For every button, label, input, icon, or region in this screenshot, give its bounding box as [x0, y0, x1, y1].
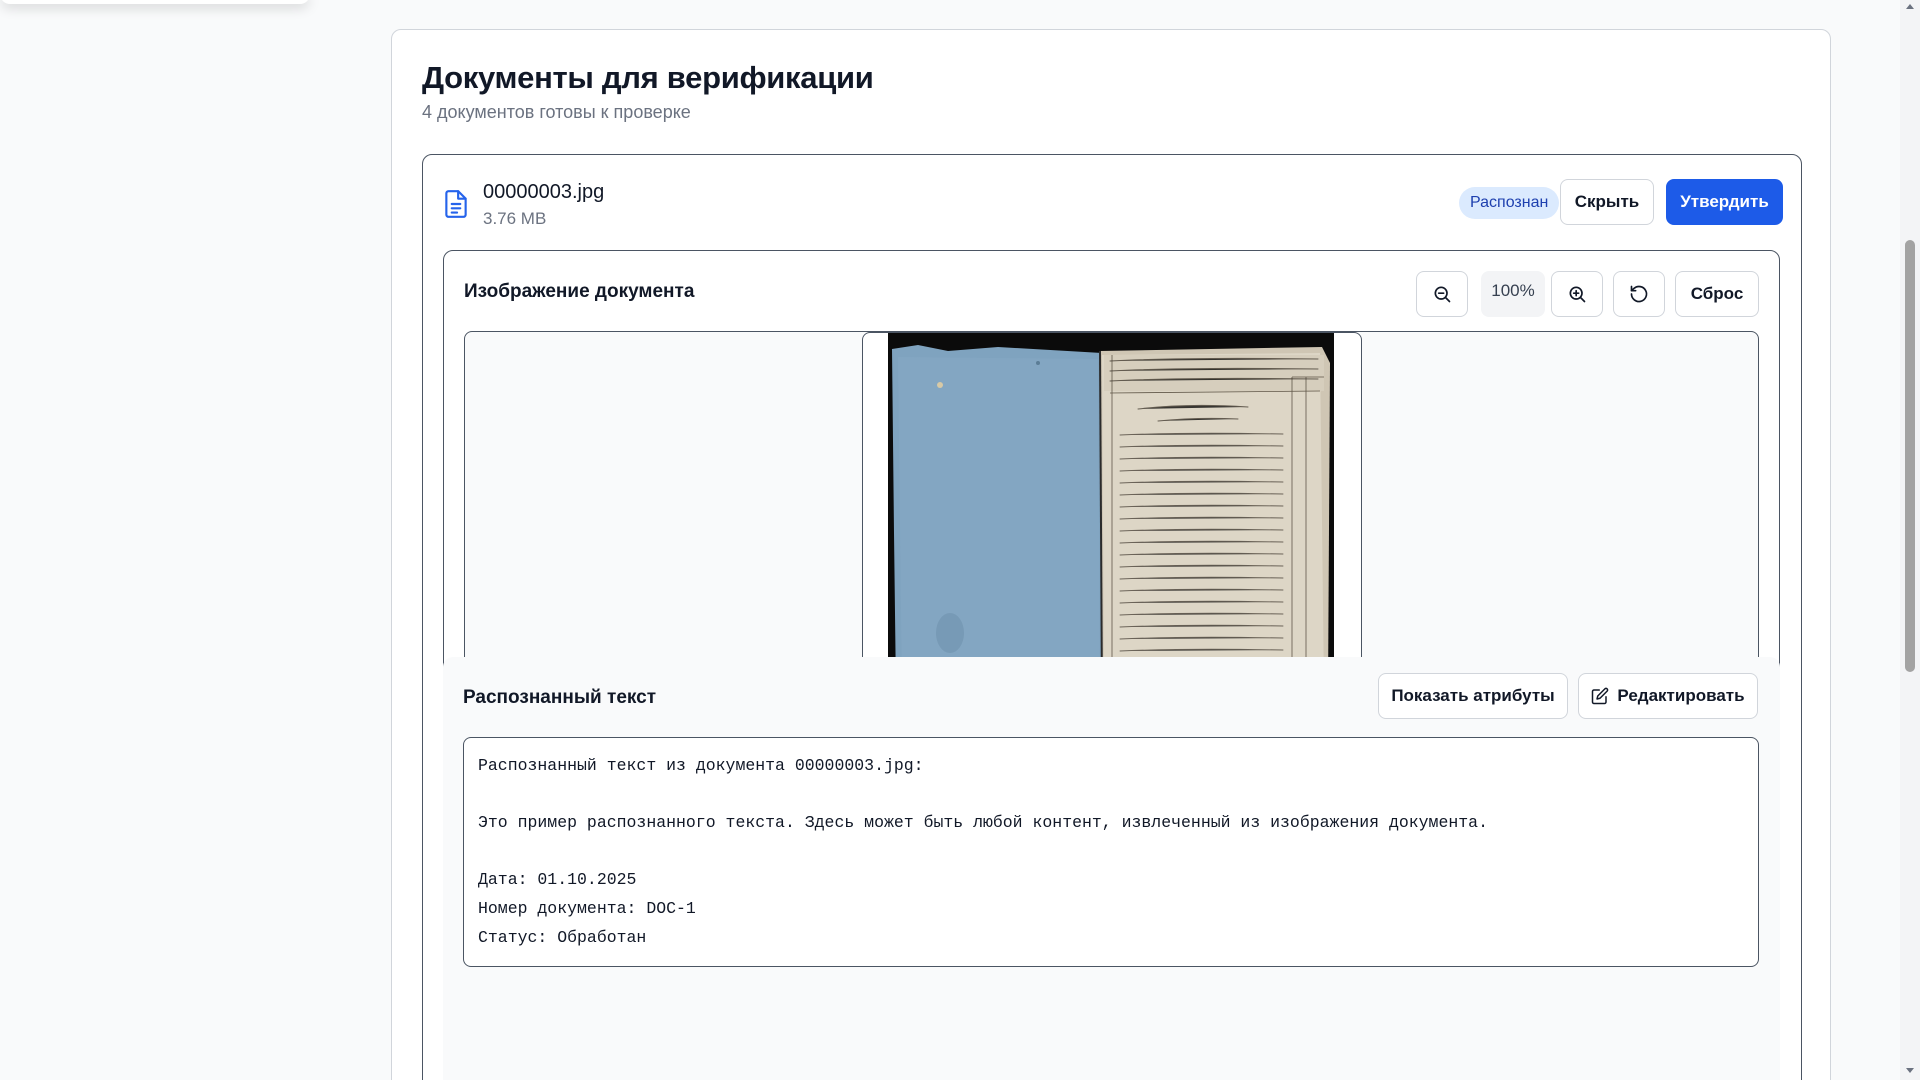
- image-frame: [862, 332, 1362, 710]
- scrollbar-thumb[interactable]: [1905, 240, 1915, 672]
- scroll-up-icon[interactable]: [1906, 4, 1914, 9]
- page-scrollbar[interactable]: [1900, 0, 1920, 1080]
- file-name: 00000003.jpg: [483, 181, 605, 203]
- page-title: Документы для верификации: [422, 60, 874, 95]
- hide-button[interactable]: Скрыть: [1560, 179, 1654, 225]
- image-viewer[interactable]: [464, 331, 1759, 711]
- verification-panel: Документы для верификации 4 документов г…: [391, 29, 1831, 1080]
- edit-button-label: Редактировать: [1617, 686, 1745, 705]
- rotate-button[interactable]: [1613, 271, 1665, 317]
- edit-button[interactable]: Редактировать: [1578, 673, 1758, 719]
- edit-icon: [1591, 687, 1609, 705]
- recognized-text-title: Распознанный текст: [463, 687, 657, 708]
- zoom-in-button[interactable]: [1551, 271, 1603, 317]
- reset-button[interactable]: Сброс: [1675, 271, 1759, 317]
- image-section-title: Изображение документа: [464, 281, 695, 302]
- zoom-out-button[interactable]: [1416, 271, 1468, 317]
- zoom-in-icon: [1567, 284, 1587, 304]
- top-dropdown-shadow: [0, 0, 310, 4]
- document-card: 00000003.jpg 3.76 MB Распознан Скрыть Ут…: [422, 154, 1802, 1080]
- scroll-down-icon[interactable]: [1906, 1068, 1914, 1073]
- status-badge: Распознан: [1459, 187, 1560, 219]
- rotate-icon: [1629, 284, 1649, 304]
- zoom-level: 100%: [1481, 271, 1545, 317]
- show-attributes-button[interactable]: Показать атрибуты: [1378, 673, 1568, 719]
- recognized-text-section: Распознанный текст Показать атрибуты Ред…: [443, 657, 1780, 1080]
- file-size: 3.76 MB: [483, 209, 547, 228]
- document-image: [888, 333, 1334, 709]
- recognized-text-content[interactable]: Распознанный текст из документа 00000003…: [463, 737, 1759, 967]
- file-text-icon: [443, 189, 469, 219]
- zoom-out-icon: [1432, 284, 1452, 304]
- page-subtitle: 4 документов готовы к проверке: [422, 102, 691, 122]
- approve-button[interactable]: Утвердить: [1666, 179, 1783, 225]
